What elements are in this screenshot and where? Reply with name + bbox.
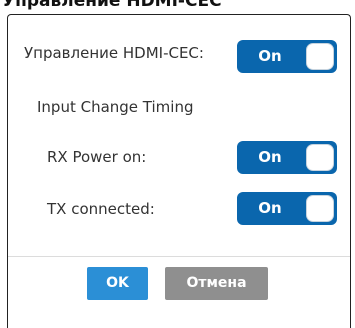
hdmi-cec-label: Управление HDMI-CEC: <box>24 44 204 62</box>
tx-connected-label: TX connected: <box>47 200 155 218</box>
tx-connected-toggle[interactable]: On <box>237 192 337 225</box>
rx-power-label: RX Power on: <box>47 148 147 166</box>
cancel-button[interactable]: Отмена <box>165 267 268 300</box>
footer-divider <box>8 256 350 257</box>
rx-power-toggle[interactable]: On <box>237 141 337 174</box>
hdmi-cec-toggle[interactable]: On <box>237 40 337 73</box>
tx-connected-toggle-text: On <box>258 199 282 217</box>
rx-power-toggle-text: On <box>258 148 282 166</box>
hdmi-cec-toggle-text: On <box>258 47 282 65</box>
rx-power-toggle-knob <box>306 144 334 171</box>
input-change-timing-heading: Input Change Timing <box>37 98 194 116</box>
dialog-title-bar: Управление HDMI-CEC <box>0 0 355 14</box>
hdmi-cec-dialog: Управление HDMI-CEC: On Input Change Tim… <box>7 14 351 328</box>
ok-button[interactable]: OK <box>87 267 148 300</box>
hdmi-cec-toggle-knob <box>306 43 334 70</box>
dialog-title: Управление HDMI-CEC <box>2 0 222 11</box>
tx-connected-toggle-knob <box>306 195 334 222</box>
